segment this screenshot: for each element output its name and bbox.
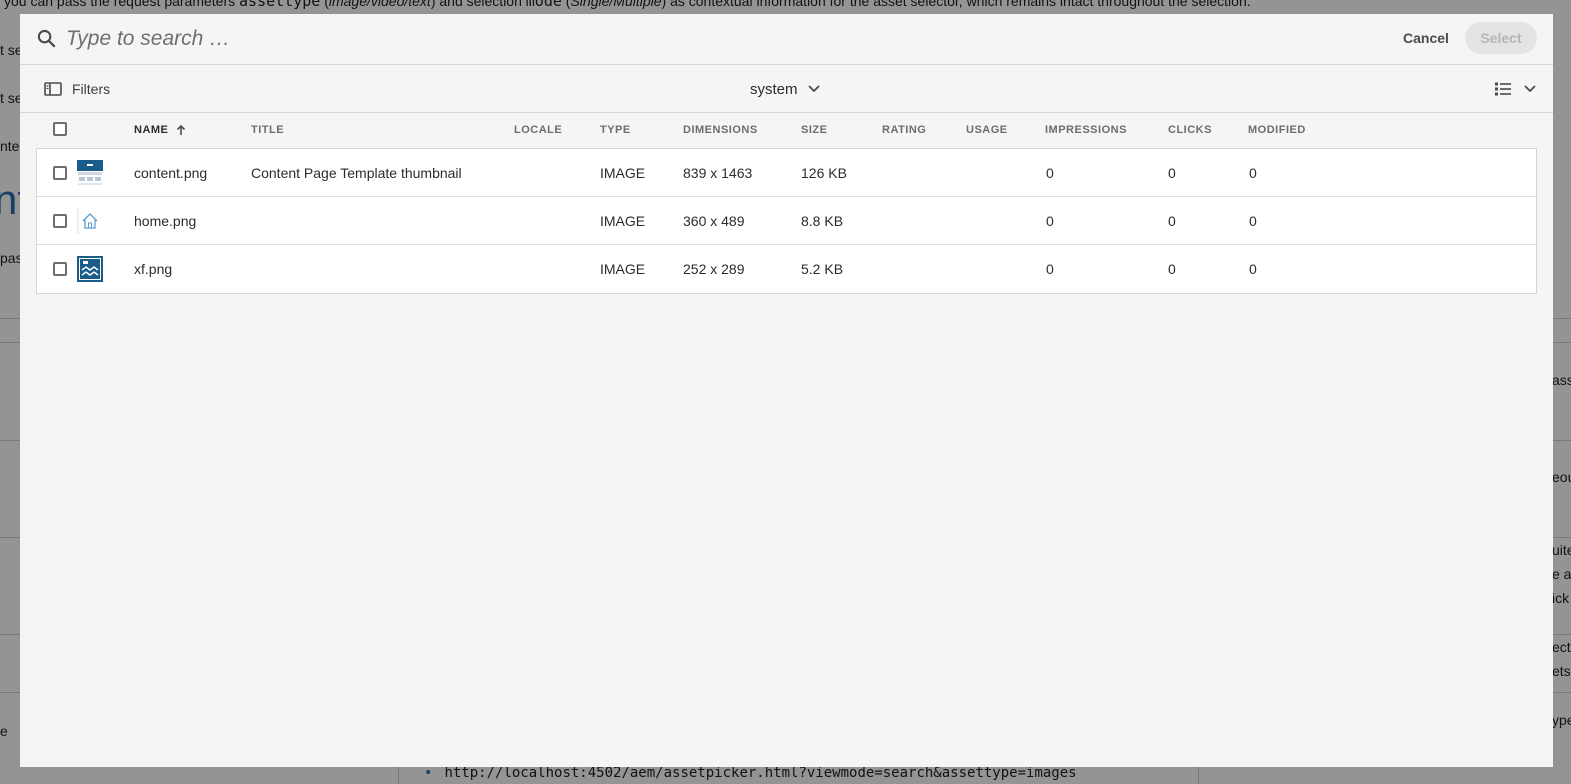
asset-size: 8.8 KB bbox=[801, 213, 844, 229]
column-header-rating[interactable]: RATING bbox=[882, 124, 926, 136]
column-header-type[interactable]: TYPE bbox=[600, 124, 631, 136]
asset-name[interactable]: home.png bbox=[134, 213, 196, 229]
xf-thumbnail bbox=[77, 256, 103, 282]
column-header-name[interactable]: NAME bbox=[134, 124, 186, 136]
content-page-thumbnail bbox=[77, 160, 103, 186]
select-button[interactable]: Select bbox=[1465, 22, 1537, 54]
asset-dimensions: 252 x 289 bbox=[683, 261, 745, 277]
asset-type: IMAGE bbox=[600, 261, 646, 277]
column-header-impressions[interactable]: IMPRESSIONS bbox=[1045, 124, 1127, 136]
asset-clicks: 0 bbox=[1168, 261, 1176, 277]
column-header-label: NAME bbox=[134, 124, 169, 136]
table-row[interactable]: content.png Content Page Template thumbn… bbox=[37, 149, 1536, 197]
asset-dimensions: 360 x 489 bbox=[683, 213, 745, 229]
asset-dimensions: 839 x 1463 bbox=[683, 165, 753, 181]
sort-ascending-icon bbox=[177, 124, 186, 135]
column-header-locale[interactable]: LOCALE bbox=[514, 124, 562, 136]
asset-clicks: 0 bbox=[1168, 213, 1176, 229]
asset-selector-dialog: Cancel Select Filters system bbox=[20, 14, 1553, 767]
asset-size: 126 KB bbox=[801, 165, 847, 181]
column-header-title[interactable]: TITLE bbox=[251, 124, 284, 136]
search-icon bbox=[37, 29, 56, 48]
chevron-down-icon bbox=[808, 85, 819, 92]
column-header-modified[interactable]: MODIFIED bbox=[1248, 124, 1306, 136]
asset-size: 5.2 KB bbox=[801, 261, 844, 277]
asset-title: Content Page Template thumbnail bbox=[251, 165, 462, 181]
row-checkbox[interactable] bbox=[53, 166, 67, 180]
table-header: NAME TITLE LOCALE TYPE DIMENSIONS SIZE R… bbox=[36, 114, 1537, 148]
table-row[interactable]: home.png IMAGE 360 x 489 8.8 KB 0 0 0 bbox=[37, 197, 1536, 245]
asset-name[interactable]: content.png bbox=[134, 165, 207, 181]
path-dropdown[interactable]: system bbox=[750, 77, 820, 101]
filters-label: Filters bbox=[72, 81, 111, 97]
asset-modified: 0 bbox=[1249, 165, 1257, 181]
chevron-down-icon bbox=[1524, 85, 1536, 92]
cancel-button[interactable]: Cancel bbox=[1396, 22, 1456, 54]
path-label: system bbox=[750, 80, 798, 98]
asset-name[interactable]: xf.png bbox=[134, 261, 172, 277]
toolbar: Filters system bbox=[20, 65, 1553, 113]
row-checkbox[interactable] bbox=[53, 214, 67, 228]
view-mode-dropdown[interactable] bbox=[1494, 77, 1536, 101]
asset-impressions: 0 bbox=[1046, 261, 1054, 277]
row-checkbox[interactable] bbox=[53, 262, 67, 276]
list-view-icon bbox=[1495, 82, 1511, 96]
search-bar: Cancel Select bbox=[20, 14, 1553, 65]
column-header-dimensions[interactable]: DIMENSIONS bbox=[683, 124, 758, 136]
asset-type: IMAGE bbox=[600, 165, 646, 181]
asset-table-body: content.png Content Page Template thumbn… bbox=[36, 148, 1537, 294]
sidebar-panel-icon bbox=[44, 82, 62, 96]
asset-modified: 0 bbox=[1249, 213, 1257, 229]
asset-type: IMAGE bbox=[600, 213, 646, 229]
column-header-size[interactable]: SIZE bbox=[801, 124, 827, 136]
asset-clicks: 0 bbox=[1168, 165, 1176, 181]
filters-button[interactable]: Filters bbox=[44, 77, 110, 101]
column-header-usage[interactable]: USAGE bbox=[966, 124, 1008, 136]
table-row[interactable]: xf.png IMAGE 252 x 289 5.2 KB 0 0 0 bbox=[37, 245, 1536, 293]
asset-modified: 0 bbox=[1249, 261, 1257, 277]
search-input[interactable] bbox=[66, 22, 1366, 56]
asset-impressions: 0 bbox=[1046, 213, 1054, 229]
home-thumbnail bbox=[77, 208, 103, 234]
column-header-clicks[interactable]: CLICKS bbox=[1168, 124, 1212, 136]
select-all-checkbox[interactable] bbox=[53, 122, 67, 136]
asset-impressions: 0 bbox=[1046, 165, 1054, 181]
